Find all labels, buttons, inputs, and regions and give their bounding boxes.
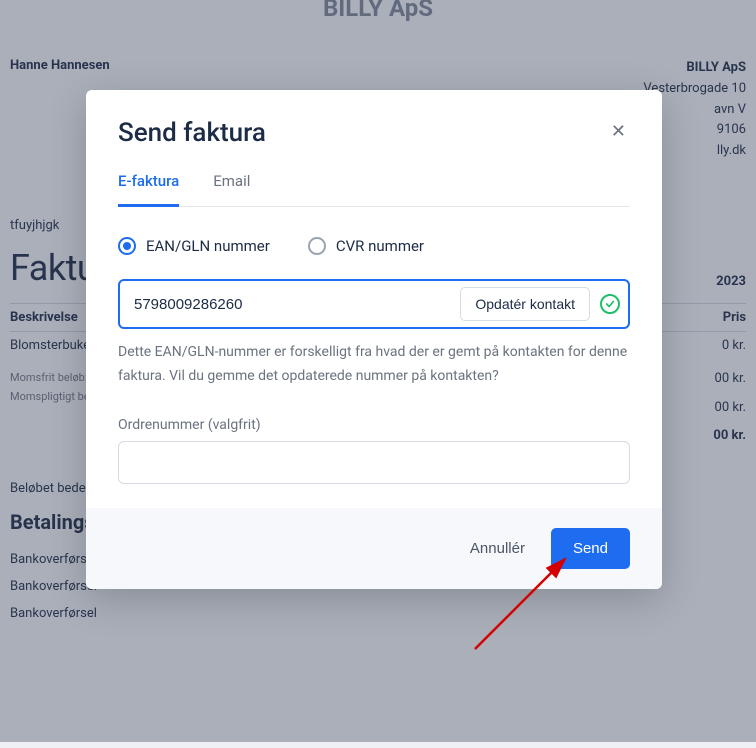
tab-list: E-faktura Email	[118, 172, 630, 207]
update-contact-button[interactable]: Opdatér kontakt	[460, 287, 590, 321]
ean-input[interactable]	[134, 296, 450, 313]
order-number-label: Ordrenummer (valgfrit)	[118, 417, 630, 433]
tab-efaktura[interactable]: E-faktura	[118, 172, 179, 207]
ean-input-group: Opdatér kontakt	[118, 279, 630, 329]
tab-email[interactable]: Email	[213, 172, 250, 207]
help-text: Dette EAN/GLN-nummer er forskelligt fra …	[118, 341, 630, 389]
radio-cvr[interactable]: CVR nummer	[308, 237, 424, 255]
radio-selected-icon	[118, 237, 136, 255]
modal-title: Send faktura	[118, 118, 266, 148]
close-button[interactable]: ✕	[607, 118, 630, 144]
close-icon: ✕	[611, 121, 626, 141]
send-button[interactable]: Send	[551, 528, 630, 569]
send-invoice-modal: Send faktura ✕ E-faktura Email EAN/GLN n…	[86, 90, 662, 589]
radio-ean-label: EAN/GLN nummer	[146, 237, 270, 255]
radio-ean-gln[interactable]: EAN/GLN nummer	[118, 237, 270, 255]
radio-cvr-label: CVR nummer	[336, 237, 424, 255]
order-number-input[interactable]	[118, 441, 630, 484]
cancel-button[interactable]: Annullér	[462, 530, 533, 567]
check-circle-icon	[600, 294, 620, 314]
radio-unselected-icon	[308, 237, 326, 255]
